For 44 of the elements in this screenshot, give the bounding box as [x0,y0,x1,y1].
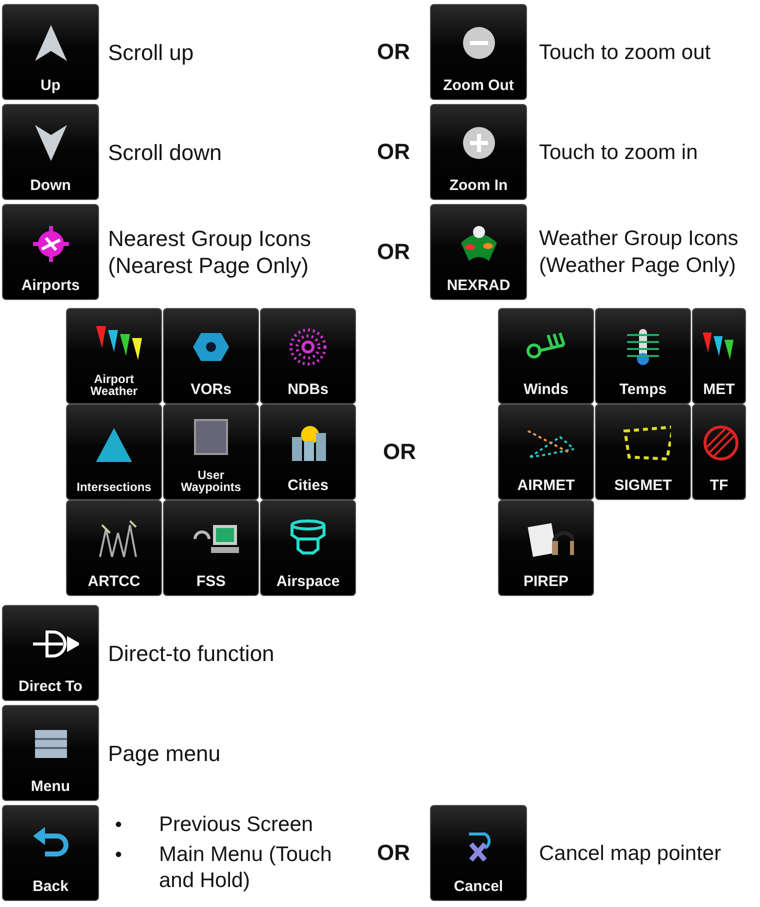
weather-group-button[interactable]: AIRMET [498,404,594,500]
description-text: Weather Group Icons (Weather Page Only) [538,226,740,279]
softkey-button[interactable]: Zoom Out [430,4,527,100]
description-text: Touch to zoom out [538,40,712,66]
or-text: OR [376,239,411,265]
description-text: Cancel map pointer [538,840,722,866]
bullet-text: Main Menu (Touch and Hold) [159,842,333,894]
softkey-button[interactable]: NEXRAD [430,204,527,300]
bullet-icon: • [115,812,159,838]
weather-group-button[interactable]: Temps [595,308,691,404]
softkey-button[interactable]: Menu [2,705,99,801]
softkey-button[interactable]: Down [2,104,99,200]
or-text: OR [376,39,411,65]
weather-group-button[interactable]: PIREP [498,500,594,596]
softkey-button[interactable]: Cancel [430,805,527,901]
weather-group-button[interactable]: Winds [498,308,594,404]
weather-group-button[interactable]: TF [692,404,746,500]
nearest-group-button[interactable]: NDBs [260,308,356,404]
or-text: OR [376,840,411,866]
or-text: OR [376,139,411,165]
softkey-button[interactable]: Back [2,805,99,901]
description-text: Touch to zoom in [538,140,699,166]
or-text: OR [382,438,416,464]
description-text: Page menu [107,740,222,766]
nearest-group-button[interactable]: Cities [260,404,356,500]
nearest-group-button[interactable]: User Waypoints [163,404,259,500]
nearest-group-button[interactable]: Airspace [260,500,356,596]
nearest-group-button[interactable]: VORs [163,308,259,404]
description-text: Direct-to function [107,640,276,666]
bullet-text: Previous Screen [159,812,314,838]
nearest-group-button[interactable]: FSS [163,500,259,596]
description-text: Scroll up [107,38,195,66]
softkey-button[interactable]: Up [2,4,99,100]
weather-group-button[interactable]: SIGMET [595,404,691,500]
nearest-group-button[interactable]: ARTCC [66,500,162,596]
softkey-button[interactable]: Airports [2,204,99,300]
description-text: Scroll down [107,138,223,166]
softkey-button[interactable]: Zoom In [430,104,527,200]
nearest-group-button[interactable]: Intersections [66,404,162,500]
softkey-button[interactable]: Direct To [2,605,99,701]
bullet-icon: • [115,842,159,894]
description-text: Nearest Group Icons (Nearest Page Only) [107,225,312,279]
weather-group-button[interactable]: MET [692,308,746,404]
nearest-group-button[interactable]: Airport Weather [66,308,162,404]
